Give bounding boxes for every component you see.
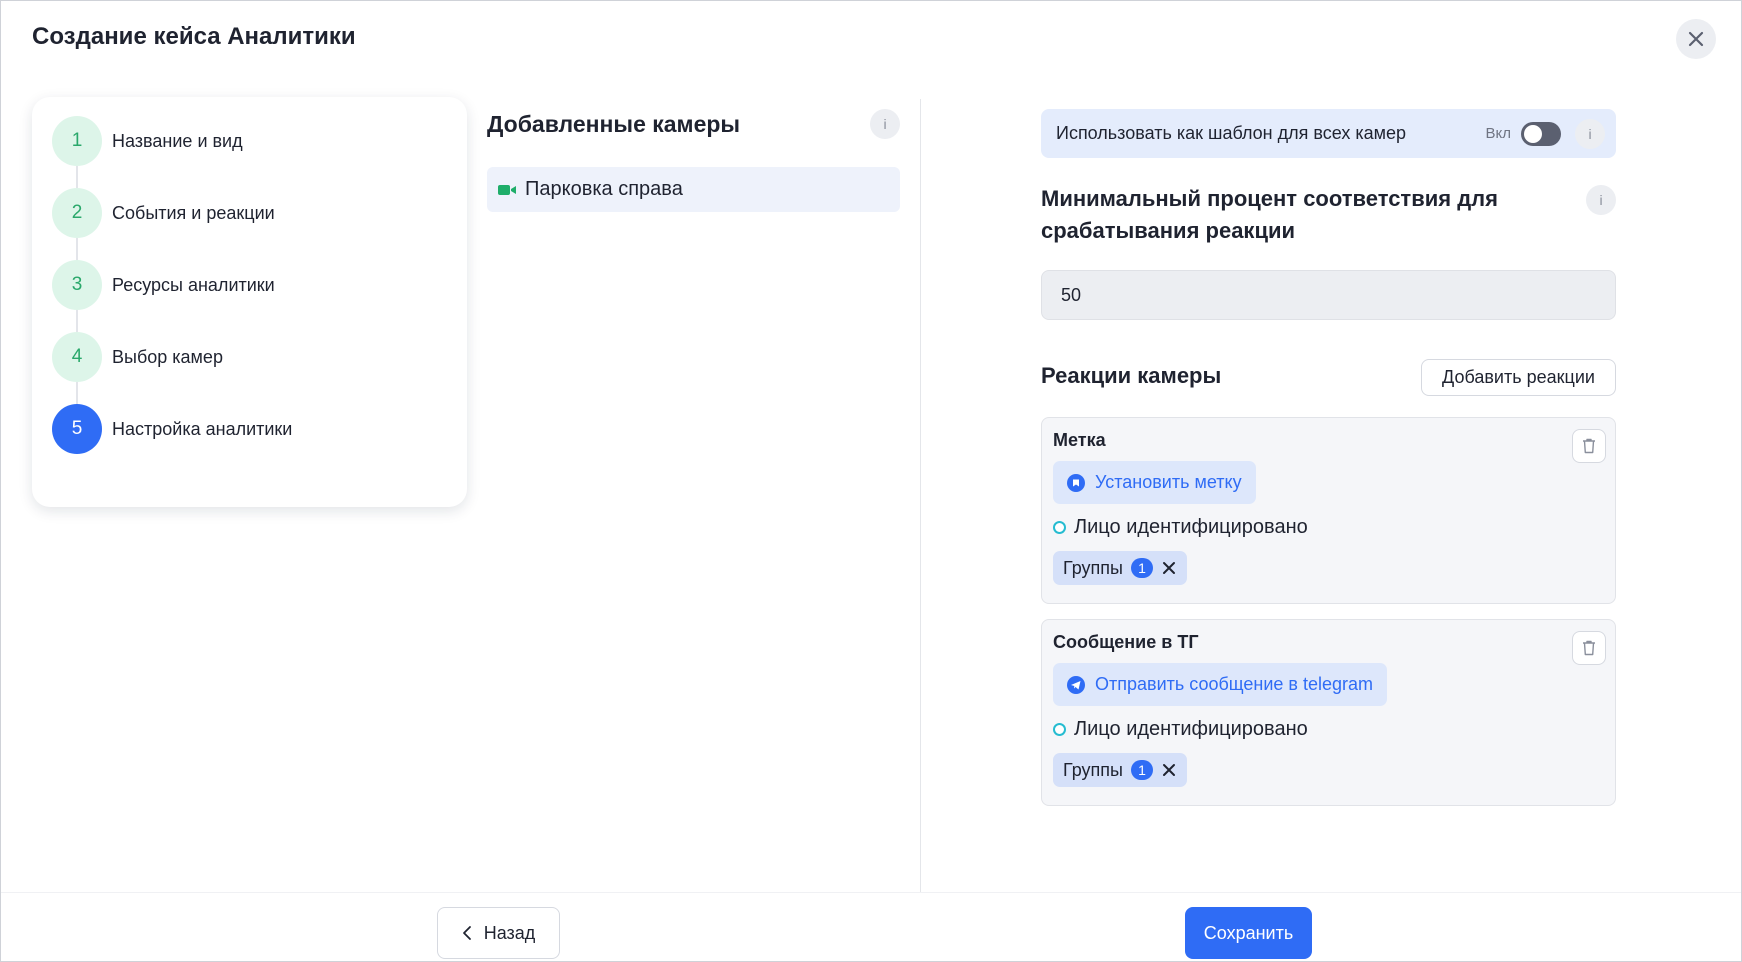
- add-reaction-button[interactable]: Добавить реакции: [1421, 359, 1616, 396]
- trash-icon: [1583, 640, 1595, 656]
- modal-body: 1 Название и вид 2 События и реакции 3 Р…: [1, 75, 1741, 892]
- step-1[interactable]: 1 Название и вид: [52, 116, 243, 166]
- column-divider: [920, 99, 921, 892]
- reactions-title: Реакции камеры: [1041, 363, 1222, 388]
- remove-icon[interactable]: [1161, 560, 1177, 576]
- condition-dot-icon: [1053, 521, 1066, 534]
- close-button[interactable]: [1676, 19, 1716, 59]
- template-toggle[interactable]: [1521, 121, 1561, 146]
- groups-count-badge: 1: [1130, 558, 1153, 578]
- info-icon: i: [1588, 125, 1592, 142]
- min-percent-title: Минимальный процент соответствия для сра…: [1041, 186, 1498, 243]
- step-label: Настройка аналитики: [112, 418, 293, 439]
- trash-icon: [1583, 438, 1595, 454]
- video-camera-icon: [498, 184, 516, 195]
- step-label: Выбор камер: [112, 346, 223, 367]
- camera-name: Парковка справа: [525, 178, 683, 200]
- reaction-title: Метка: [1053, 430, 1106, 450]
- step-connector: [76, 310, 78, 332]
- back-button[interactable]: Назад: [437, 907, 560, 959]
- step-label: События и реакции: [112, 202, 275, 223]
- condition-dot-icon: [1053, 723, 1066, 736]
- reaction-card: Сообщение в ТГ Отправить сообщение в tel…: [1041, 619, 1616, 806]
- cameras-title: Добавленные камеры: [487, 111, 741, 137]
- step-3[interactable]: 3 Ресурсы аналитики: [52, 260, 275, 310]
- wizard-stepper: 1 Название и вид 2 События и реакции 3 Р…: [32, 97, 467, 507]
- step-number: 2: [52, 188, 102, 238]
- step-number: 1: [52, 116, 102, 166]
- template-info-button[interactable]: i: [1575, 118, 1605, 149]
- delete-reaction-button[interactable]: [1572, 631, 1606, 665]
- min-percent-info-button[interactable]: i: [1586, 185, 1616, 215]
- remove-icon[interactable]: [1161, 762, 1177, 778]
- reaction-card: Метка Установить метку Лицо идентифициро…: [1041, 417, 1616, 604]
- step-connector: [76, 238, 78, 260]
- groups-label: Группы: [1063, 557, 1123, 578]
- groups-label: Группы: [1063, 759, 1123, 780]
- camera-list-item[interactable]: Парковка справа: [487, 167, 900, 212]
- step-number: 4: [52, 332, 102, 382]
- reaction-condition: Лицо идентифицировано: [1053, 718, 1308, 741]
- template-toggle-row: Использовать как шаблон для всех камер В…: [1041, 109, 1616, 158]
- modal-window: Создание кейса Аналитики 1 Название и ви…: [0, 0, 1742, 962]
- reaction-title: Сообщение в ТГ: [1053, 632, 1199, 652]
- min-percent-input[interactable]: [1041, 270, 1616, 320]
- reaction-action-chip[interactable]: Отправить сообщение в telegram: [1053, 663, 1388, 706]
- info-icon: i: [1599, 192, 1603, 208]
- step-number: 3: [52, 260, 102, 310]
- tag-icon: [1067, 473, 1085, 492]
- reaction-condition: Лицо идентифицировано: [1053, 516, 1308, 539]
- telegram-icon: [1067, 675, 1085, 694]
- step-4[interactable]: 4 Выбор камер: [52, 332, 223, 382]
- condition-label: Лицо идентифицировано: [1074, 718, 1308, 740]
- step-2[interactable]: 2 События и реакции: [52, 188, 275, 238]
- back-label: Назад: [483, 922, 536, 943]
- close-icon: [1688, 31, 1704, 47]
- action-label: Установить метку: [1095, 472, 1242, 492]
- step-label: Название и вид: [112, 130, 243, 151]
- reaction-action-chip[interactable]: Установить метку: [1053, 461, 1256, 504]
- step-connector: [76, 382, 78, 404]
- groups-chip[interactable]: Группы 1: [1053, 753, 1187, 787]
- groups-count-badge: 1: [1130, 760, 1153, 780]
- step-5[interactable]: 5 Настройка аналитики: [52, 404, 292, 454]
- modal-title: Создание кейса Аналитики: [32, 23, 356, 50]
- step-number: 5: [52, 404, 102, 454]
- condition-label: Лицо идентифицировано: [1074, 516, 1308, 538]
- modal-footer: Назад Сохранить: [1, 892, 1741, 961]
- delete-reaction-button[interactable]: [1572, 429, 1606, 463]
- info-icon: i: [883, 116, 887, 132]
- action-label: Отправить сообщение в telegram: [1095, 674, 1374, 694]
- step-connector: [76, 166, 78, 188]
- chevron-left-icon: [462, 926, 471, 940]
- toggle-state-label: Вкл: [1485, 125, 1512, 142]
- step-label: Ресурсы аналитики: [112, 274, 275, 295]
- modal-header: Создание кейса Аналитики: [1, 1, 1741, 75]
- save-button[interactable]: Сохранить: [1185, 907, 1312, 959]
- cameras-info-button[interactable]: i: [870, 109, 900, 139]
- template-label: Использовать как шаблон для всех камер: [1056, 123, 1407, 143]
- groups-chip[interactable]: Группы 1: [1053, 551, 1187, 585]
